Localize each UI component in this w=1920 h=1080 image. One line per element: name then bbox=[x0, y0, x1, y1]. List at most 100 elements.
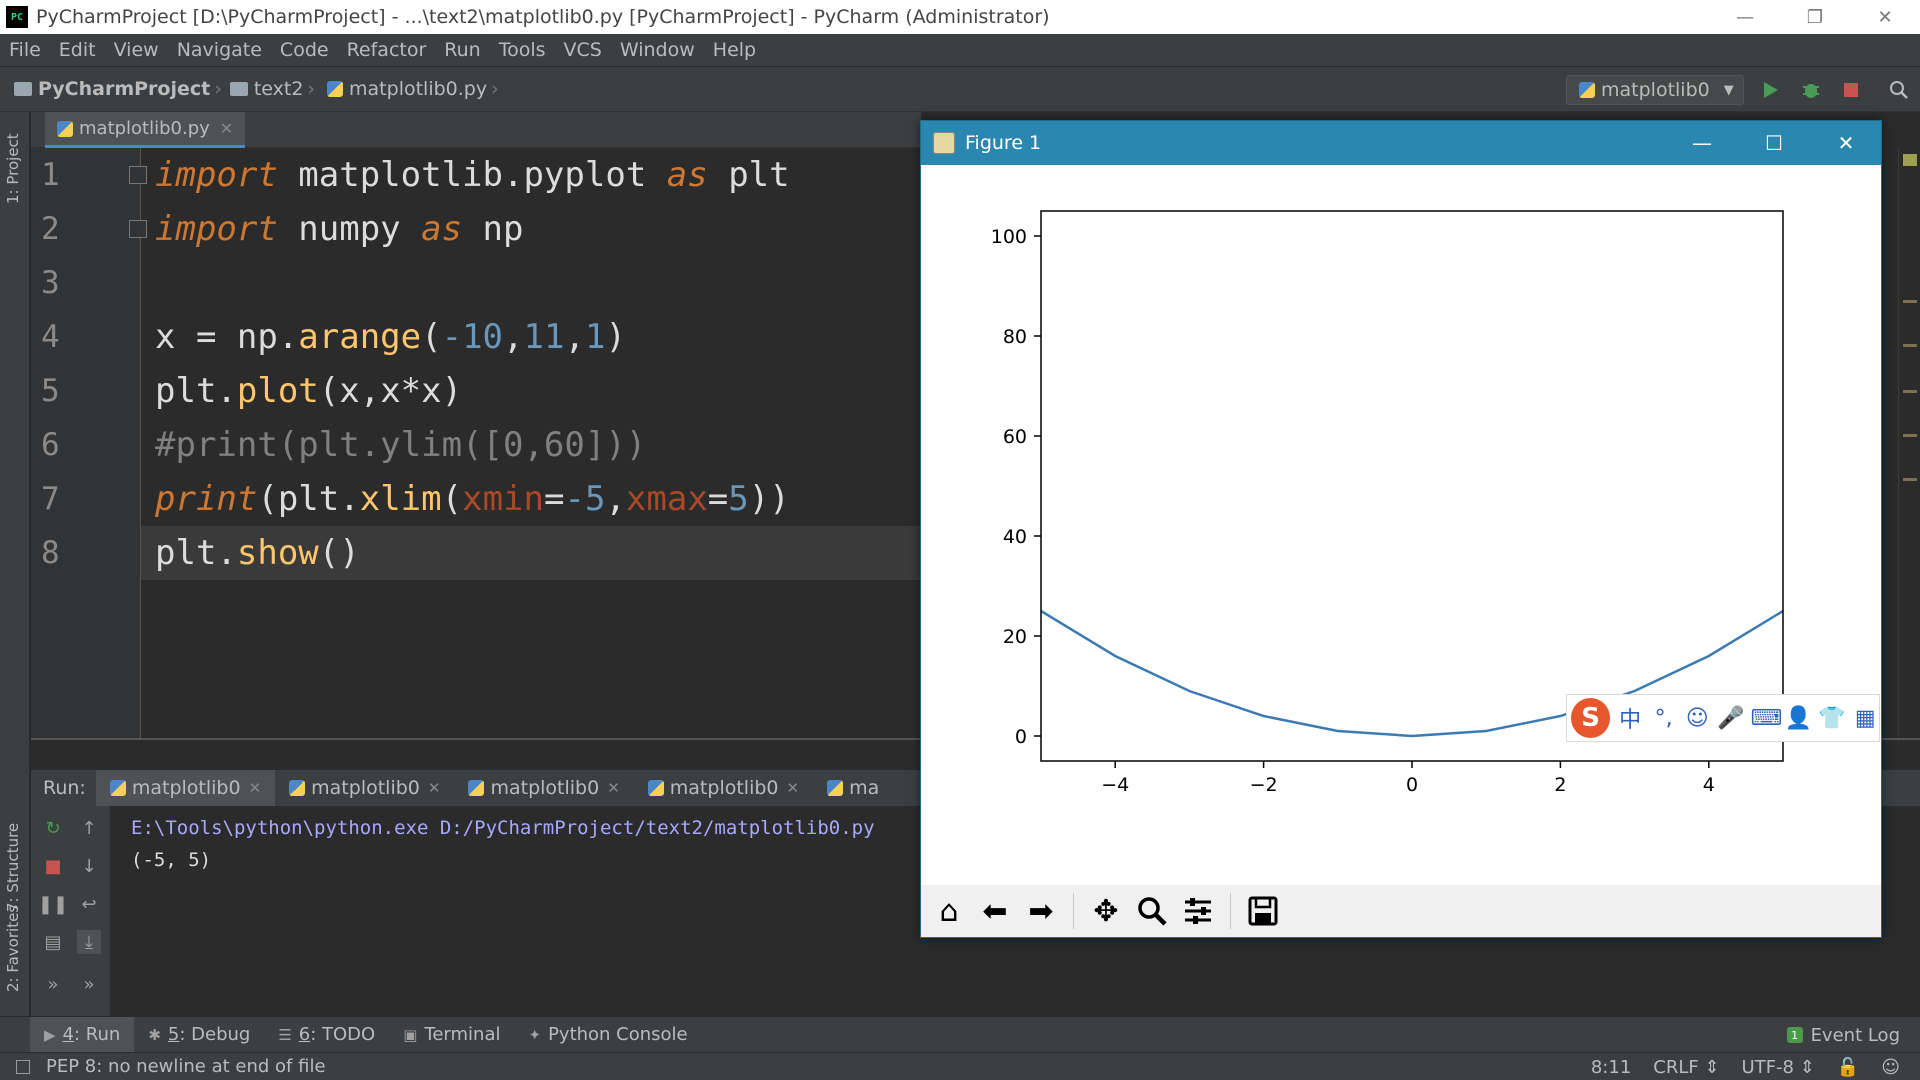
code-editor[interactable]: 1 2 3 4 5 6 7 8 import matplotlib.pyplot… bbox=[31, 148, 921, 738]
configure-icon[interactable] bbox=[1178, 891, 1218, 931]
warning-marker[interactable] bbox=[1903, 344, 1917, 347]
soft-wrap-icon[interactable]: ↩ bbox=[77, 892, 101, 916]
menu-help[interactable]: Help bbox=[704, 39, 765, 61]
pause-icon[interactable]: ❚❚ bbox=[38, 892, 68, 916]
scroll-to-end-icon[interactable]: ⤓ bbox=[77, 930, 101, 954]
menu-tools[interactable]: Tools bbox=[490, 39, 555, 61]
microphone-icon[interactable]: 🎤 bbox=[1717, 706, 1745, 731]
event-log-button[interactable]: 1 Event Log bbox=[1786, 1017, 1900, 1053]
console-output[interactable]: E:\Tools\python\python.exe D:/PyCharmPro… bbox=[131, 812, 875, 876]
project-tool-tab[interactable]: 1: Project bbox=[4, 133, 22, 204]
sogou-logo-icon[interactable]: S bbox=[1571, 698, 1611, 738]
tab-label: : Debug bbox=[179, 1024, 251, 1045]
close-icon[interactable]: ✕ bbox=[1811, 121, 1881, 165]
tab-todo[interactable]: ☰ 6: TODO bbox=[264, 1017, 389, 1053]
editor-tab-label: matplotlib0.py bbox=[79, 118, 210, 139]
window-title: PyCharmProject [D:\PyCharmProject] - ...… bbox=[36, 6, 1050, 28]
keyboard-icon[interactable]: ⌨ bbox=[1750, 706, 1782, 731]
line-separator[interactable]: CRLF ⇕ bbox=[1653, 1057, 1719, 1078]
breadcrumb-folder[interactable]: text2 bbox=[254, 78, 304, 100]
close-tab-icon[interactable]: ✕ bbox=[220, 119, 233, 138]
favorites-tool-tab[interactable]: 2: Favorites bbox=[4, 905, 22, 992]
menu-navigate[interactable]: Navigate bbox=[168, 39, 271, 61]
tab-run[interactable]: ▶ 4: Run bbox=[30, 1016, 135, 1053]
stop-icon[interactable]: ■ bbox=[41, 854, 65, 878]
breadcrumb-project[interactable]: PyCharmProject bbox=[38, 78, 210, 100]
run-tab[interactable]: matplotlib0 ✕ bbox=[454, 770, 633, 806]
ime-toolbar[interactable]: S 中 °, ☺ 🎤 ⌨ 👤 👕 ▦ bbox=[1566, 694, 1880, 742]
restore-icon[interactable]: ❐ bbox=[1780, 0, 1850, 34]
more-icon[interactable]: » bbox=[77, 972, 101, 996]
python-file-icon bbox=[57, 120, 73, 137]
tab-python-console[interactable]: ✦ Python Console bbox=[514, 1017, 701, 1053]
breadcrumb-file[interactable]: matplotlib0.py bbox=[349, 78, 487, 100]
more-icon[interactable]: » bbox=[41, 972, 65, 996]
menu-vcs[interactable]: VCS bbox=[555, 39, 611, 61]
run-tab[interactable]: matplotlib0 ✕ bbox=[95, 770, 276, 806]
chinese-mode-icon[interactable]: 中 bbox=[1616, 702, 1644, 734]
run-configuration-select[interactable]: matplotlib0 ▼ bbox=[1566, 75, 1744, 105]
close-tab-icon[interactable]: ✕ bbox=[607, 779, 620, 797]
structure-tool-tab[interactable]: 7: Structure bbox=[4, 823, 22, 912]
menu-run[interactable]: Run bbox=[435, 39, 489, 61]
emoji-icon[interactable]: ☺ bbox=[1683, 706, 1711, 731]
warning-marker[interactable] bbox=[1903, 478, 1917, 481]
warning-marker[interactable] bbox=[1903, 390, 1917, 393]
close-tab-icon[interactable]: ✕ bbox=[787, 779, 800, 797]
run-tab[interactable]: ma bbox=[813, 770, 893, 806]
save-icon[interactable] bbox=[1243, 891, 1283, 931]
user-icon[interactable]: 👤 bbox=[1784, 706, 1812, 731]
grid-menu-icon[interactable]: ▦ bbox=[1852, 706, 1880, 731]
run-tab-label: matplotlib0 bbox=[669, 777, 779, 799]
menu-edit[interactable]: Edit bbox=[50, 39, 105, 61]
maximize-icon[interactable]: ☐ bbox=[1739, 121, 1809, 165]
run-tab[interactable]: matplotlib0 ✕ bbox=[275, 770, 454, 806]
up-arrow-icon[interactable]: ↑ bbox=[77, 816, 101, 840]
fold-marker-icon[interactable] bbox=[129, 166, 147, 184]
python-icon bbox=[827, 780, 844, 796]
menu-refactor[interactable]: Refactor bbox=[338, 39, 436, 61]
close-tab-icon[interactable]: ✕ bbox=[428, 779, 441, 797]
punctuation-icon[interactable]: °, bbox=[1650, 706, 1678, 731]
fold-marker-icon[interactable] bbox=[129, 220, 147, 238]
layout-icon[interactable]: ▤ bbox=[41, 930, 65, 954]
minimize-icon[interactable]: — bbox=[1710, 0, 1780, 34]
chevron-right-icon: › bbox=[307, 78, 316, 100]
warning-marker[interactable] bbox=[1903, 300, 1917, 303]
menu-code[interactable]: Code bbox=[271, 39, 338, 61]
plot-area[interactable]: −4 −2 0 2 4 0 20 40 60 80 100 bbox=[921, 165, 1881, 885]
menu-window[interactable]: Window bbox=[611, 39, 704, 61]
editor-tab[interactable]: matplotlib0.py ✕ bbox=[45, 112, 246, 148]
warning-marker[interactable] bbox=[1903, 434, 1917, 437]
menu-file[interactable]: File bbox=[0, 39, 50, 61]
tool-windows-toggle-icon[interactable] bbox=[16, 1059, 30, 1074]
menu-view[interactable]: View bbox=[105, 39, 168, 61]
inspector-icon[interactable]: ☺ bbox=[1881, 1057, 1900, 1078]
tab-terminal[interactable]: ▣ Terminal bbox=[389, 1017, 514, 1053]
code-line-8: plt.show() bbox=[155, 533, 360, 573]
close-tab-icon[interactable]: ✕ bbox=[249, 779, 262, 797]
lock-icon[interactable]: 🔓 bbox=[1837, 1057, 1859, 1078]
run-tab[interactable]: matplotlib0 ✕ bbox=[634, 770, 813, 806]
rerun-icon[interactable]: ↻ bbox=[41, 816, 65, 840]
run-icon[interactable] bbox=[1760, 79, 1782, 101]
back-arrow-icon[interactable]: ⬅ bbox=[975, 891, 1015, 931]
forward-arrow-icon[interactable]: ➡ bbox=[1021, 891, 1061, 931]
down-arrow-icon[interactable]: ↓ bbox=[77, 854, 101, 878]
figure-title-bar[interactable]: Figure 1 — ☐ ✕ bbox=[921, 121, 1881, 165]
skin-icon[interactable]: 👕 bbox=[1818, 706, 1846, 731]
tab-debug[interactable]: ✱ 5: Debug bbox=[134, 1017, 264, 1053]
editor-scrollbar[interactable] bbox=[1898, 148, 1920, 738]
file-encoding[interactable]: UTF-8 ⇕ bbox=[1742, 1057, 1815, 1078]
debug-icon[interactable] bbox=[1800, 79, 1822, 101]
home-icon[interactable]: ⌂ bbox=[929, 891, 969, 931]
close-icon[interactable]: ✕ bbox=[1850, 0, 1920, 34]
run-configuration-label: matplotlib0 bbox=[1601, 79, 1710, 101]
stop-icon[interactable] bbox=[1840, 79, 1862, 101]
figure-window[interactable]: Figure 1 — ☐ ✕ −4 −2 0 2 4 0 20 40 60 80 100 ⌂ ⬅ ➡… bbox=[920, 120, 1882, 938]
minimize-icon[interactable]: — bbox=[1667, 121, 1737, 165]
zoom-icon[interactable] bbox=[1132, 891, 1172, 931]
search-icon[interactable] bbox=[1888, 79, 1910, 101]
pan-icon[interactable]: ✥ bbox=[1086, 891, 1126, 931]
cursor-position[interactable]: 8:11 bbox=[1591, 1057, 1631, 1078]
